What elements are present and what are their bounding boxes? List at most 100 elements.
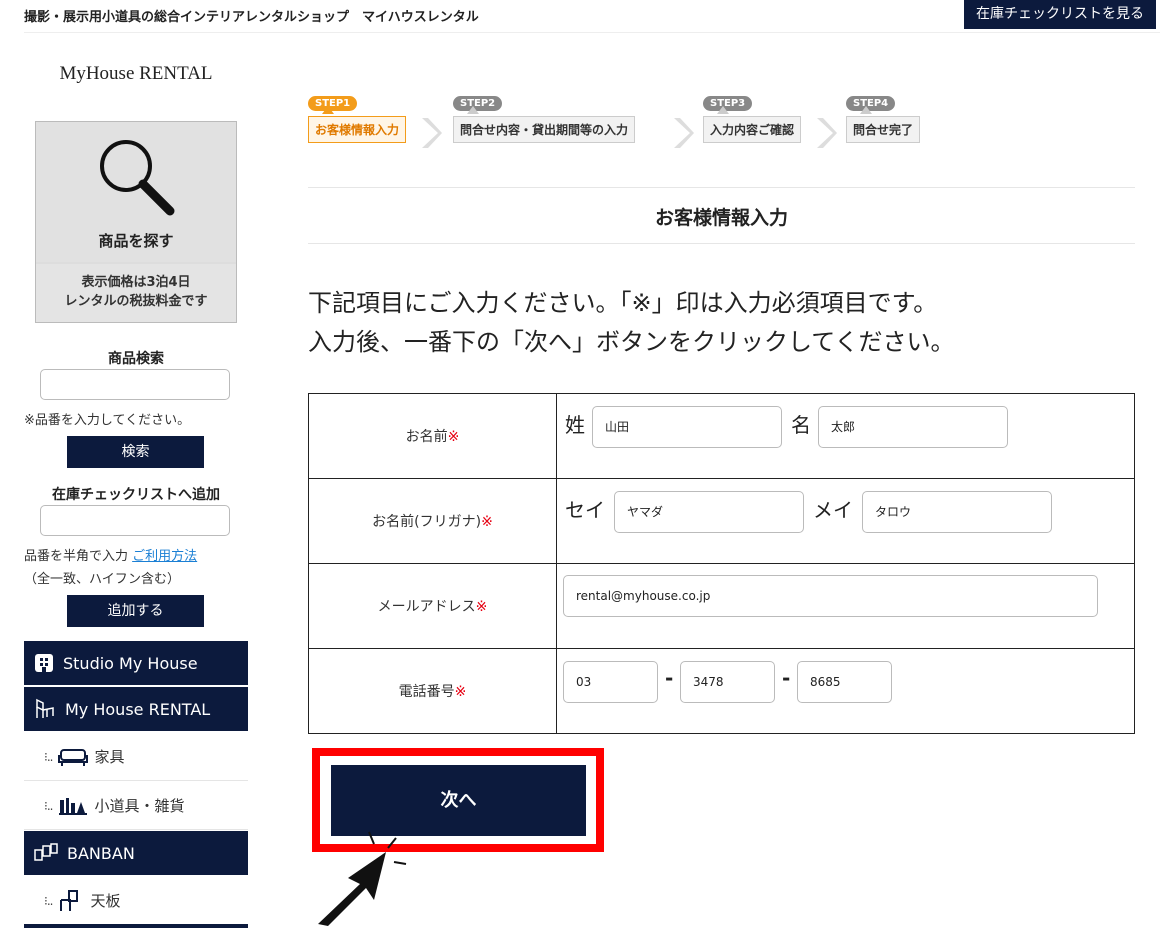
phone-label-text: 電話番号 — [398, 684, 455, 700]
last-name-input[interactable]: 山田 — [592, 405, 782, 448]
sofa-icon — [58, 748, 89, 766]
view-checklist-link[interactable]: 在庫チェックリストを見る — [964, 0, 1156, 29]
step-pointer — [467, 106, 479, 114]
chair-icon — [36, 698, 54, 718]
section-divider-top — [308, 187, 1135, 188]
checklist-add-input[interactable] — [40, 505, 230, 536]
step-pointer — [322, 106, 334, 114]
phone-part2-input[interactable]: 3478 — [680, 660, 775, 703]
phone-part1-input[interactable]: 03 — [563, 660, 658, 703]
nav-label: My House RENTAL — [65, 699, 211, 719]
click-pointer-icon — [318, 831, 407, 926]
tabletop-icon — [60, 889, 79, 911]
kana-label: お名前(フリガナ)※ — [308, 478, 557, 564]
tree-dots-icon: ⁝.. — [44, 749, 54, 764]
instructions: 下記項目にご入力ください。「※」印は入力必須項目です。 入力後、一番下の「次へ」… — [308, 284, 955, 362]
step-indicator: STEP1 お客様情報入力 STEP2 問合せ内容・貸出期間等の入力 STEP3… — [308, 91, 948, 151]
phone-part3-input[interactable]: 8685 — [797, 660, 892, 703]
nav-furniture[interactable]: ⁝.. 家具 — [24, 733, 248, 781]
required-mark: ※ — [475, 599, 488, 615]
name-label: お名前※ — [308, 393, 557, 479]
nav-label: 天板 — [90, 892, 121, 910]
name-cell: 姓 山田 名 太郎 — [556, 393, 1135, 479]
step-2: STEP2 問合せ内容・貸出期間等の入力 — [453, 91, 636, 143]
step-3: STEP3 入力内容ご確認 — [703, 91, 802, 143]
first-name-kana-label: メイ — [813, 497, 853, 522]
checklist-add-note2: （全一致、ハイフン含む） — [24, 572, 181, 587]
product-search-input[interactable] — [40, 369, 230, 400]
phone-separator: - — [665, 665, 674, 690]
instructions-line1: 下記項目にご入力ください。「※」印は入力必須項目です。 — [308, 289, 938, 317]
nav-next-partial[interactable] — [24, 924, 248, 928]
step-4-label: 問合せ完了 — [846, 116, 921, 143]
nav-label: 家具 — [94, 748, 125, 766]
site-logo[interactable]: MyHouse RENTAL — [24, 63, 248, 85]
tree-dots-icon: ⁝.. — [44, 798, 54, 813]
props-icon — [59, 797, 88, 815]
chevron-right-icon — [817, 118, 837, 148]
sidebar: MyHouse RENTAL 商品を探す 表示価格は3泊4日 レンタルの税抜料金… — [24, 33, 248, 928]
phone-separator: - — [782, 665, 791, 690]
required-mark: ※ — [481, 514, 493, 530]
nav-studio-my-house[interactable]: Studio My House — [24, 641, 248, 686]
section-divider-bottom — [308, 243, 1135, 244]
nav-props[interactable]: ⁝.. 小道具・雑貨 — [24, 782, 248, 830]
nav-tabletop[interactable]: ⁝.. 天板 — [24, 877, 248, 925]
last-name-kana-input[interactable]: ヤマダ — [614, 490, 804, 533]
checklist-note-text: 品番を半角で入力 — [24, 549, 133, 564]
kana-cell: セイ ヤマダ メイ タロウ — [556, 478, 1135, 564]
product-finder-upper[interactable]: 商品を探す — [36, 122, 236, 262]
usage-guide-link[interactable]: ご利用方法 — [132, 549, 197, 564]
magnifier-icon — [100, 140, 175, 216]
email-input[interactable]: rental@myhouse.co.jp — [563, 574, 1098, 617]
form-row-email: メールアドレス※ rental@myhouse.co.jp — [308, 563, 1135, 649]
step-4: STEP4 問合せ完了 — [846, 91, 921, 143]
building-icon — [35, 654, 53, 672]
checklist-add-note: 品番を半角で入力 ご利用方法 — [24, 545, 197, 564]
price-note: 表示価格は3泊4日 レンタルの税抜料金です — [36, 264, 236, 322]
step-2-label: 問合せ内容・貸出期間等の入力 — [453, 116, 636, 143]
first-name-label: 名 — [791, 412, 811, 437]
name-label-text: お名前 — [405, 429, 448, 445]
tree-dots-icon: ⁝.. — [44, 893, 54, 908]
phone-label: 電話番号※ — [308, 648, 557, 734]
section-title: お客様情報入力 — [654, 207, 788, 229]
nav-banban[interactable]: BANBAN — [24, 831, 248, 876]
find-products-label: 商品を探す — [98, 232, 174, 250]
site-tagline: 撮影・展示用小道具の総合インテリアレンタルショップ マイハウスレンタル — [24, 10, 479, 25]
customer-form: お名前※ 姓 山田 名 太郎 お名前(フリガナ)※ セイ ヤマダ メイ タロウ … — [308, 393, 1135, 734]
email-label: メールアドレス※ — [308, 563, 557, 649]
form-row-phone: 電話番号※ 03 - 3478 - 8685 — [308, 648, 1135, 734]
nav-label: BANBAN — [67, 843, 135, 863]
form-row-name: お名前※ 姓 山田 名 太郎 — [308, 393, 1135, 479]
next-button[interactable]: 次へ — [331, 765, 586, 836]
chevron-right-icon — [674, 118, 694, 148]
step-pointer — [717, 106, 729, 114]
last-name-kana-label: セイ — [565, 497, 605, 522]
instructions-line2: 入力後、一番下の「次へ」ボタンをクリックしてください。 — [308, 328, 955, 356]
search-button[interactable]: 検索 — [67, 436, 204, 468]
product-search-label: 商品検索 — [108, 351, 164, 367]
product-finder-box[interactable]: 商品を探す 表示価格は3泊4日 レンタルの税抜料金です — [35, 121, 237, 323]
step-3-label: 入力内容ご確認 — [703, 116, 802, 143]
email-cell: rental@myhouse.co.jp — [556, 563, 1135, 649]
first-name-kana-input[interactable]: タロウ — [862, 490, 1052, 533]
banban-logo-icon — [34, 843, 58, 861]
top-bar: 撮影・展示用小道具の総合インテリアレンタルショップ マイハウスレンタル 在庫チェ… — [0, 0, 1170, 30]
last-name-label: 姓 — [565, 412, 585, 437]
email-label-text: メールアドレス — [377, 599, 476, 615]
required-mark: ※ — [447, 429, 460, 445]
step-pointer — [860, 106, 872, 114]
price-note-line2: レンタルの税抜料金です — [64, 294, 208, 309]
form-row-kana: お名前(フリガナ)※ セイ ヤマダ メイ タロウ — [308, 478, 1135, 564]
phone-cell: 03 - 3478 - 8685 — [556, 648, 1135, 734]
nav-my-house-rental[interactable]: My House RENTAL — [24, 687, 248, 732]
nav-label: 小道具・雑貨 — [94, 797, 185, 815]
first-name-input[interactable]: 太郎 — [818, 405, 1008, 448]
step-1-label: お客様情報入力 — [308, 116, 407, 143]
chevron-right-icon — [422, 118, 442, 148]
kana-label-text: お名前(フリガナ) — [372, 514, 482, 530]
required-mark: ※ — [454, 684, 467, 700]
nav-label: Studio My House — [63, 653, 198, 673]
add-to-checklist-button[interactable]: 追加する — [67, 595, 204, 627]
